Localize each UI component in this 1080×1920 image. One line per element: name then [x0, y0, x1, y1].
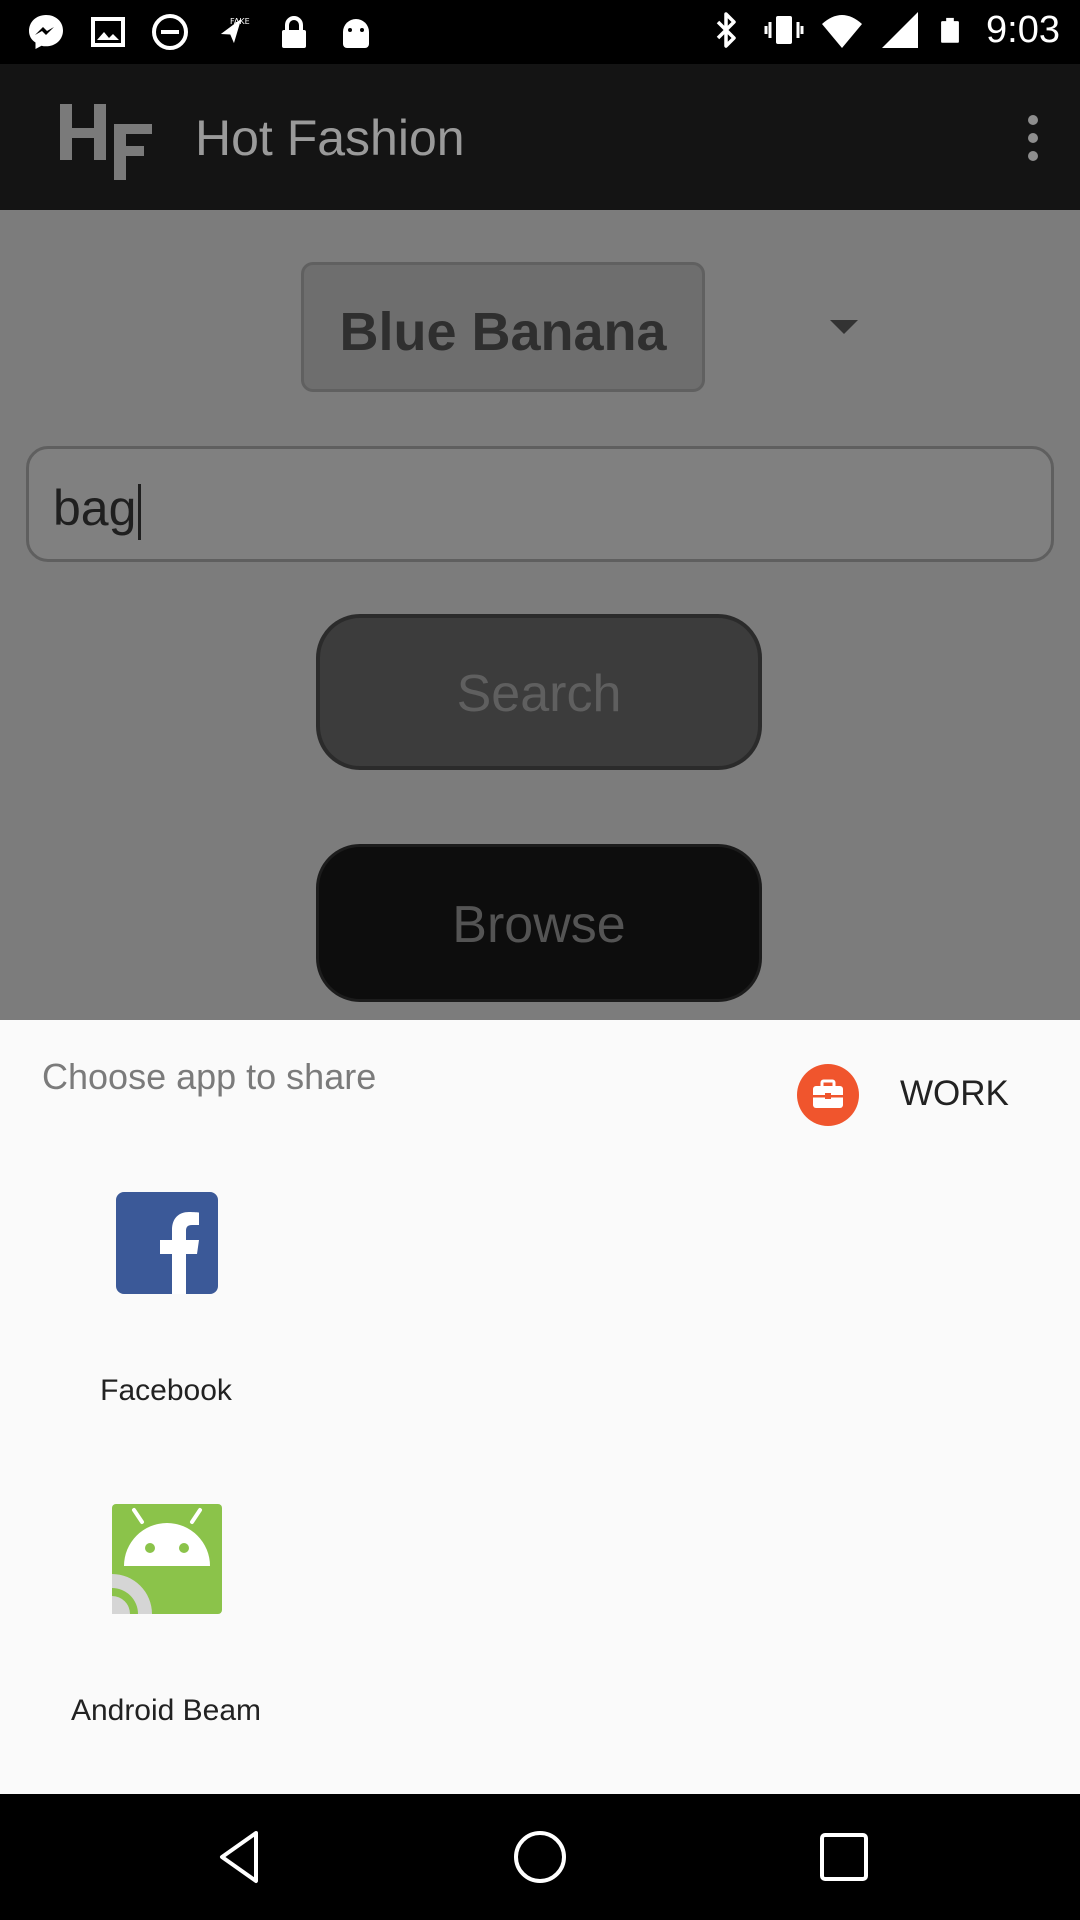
do-not-disturb-icon	[152, 14, 188, 50]
share-sheet-title: Choose app to share	[42, 1056, 377, 1097]
recents-icon[interactable]	[814, 1827, 874, 1887]
app-logo-icon	[60, 104, 152, 180]
vibrate-icon	[764, 16, 804, 44]
browse-button-label: Browse	[452, 896, 626, 954]
search-input-value: bag	[53, 479, 142, 540]
briefcase-glyph	[813, 1079, 843, 1108]
screen: FAKE 9:03 Hot Fashion Blue Banana bag Se…	[0, 0, 1080, 1920]
app-title: Hot Fashion	[195, 110, 465, 166]
search-button[interactable]: Search	[316, 614, 762, 770]
search-input-text: bag	[53, 480, 137, 536]
home-icon[interactable]	[510, 1827, 570, 1887]
status-icons-right: 9:03	[704, 8, 1060, 52]
share-target-label: Facebook	[100, 1374, 232, 1407]
share-target-android-beam[interactable]: Android Beam	[56, 1504, 276, 1744]
share-sheet: Choose app to share WORK Facebook Androi…	[0, 1020, 1080, 1794]
search-button-label: Search	[456, 665, 622, 723]
status-bar: FAKE 9:03	[0, 0, 1080, 64]
battery-icon	[941, 17, 959, 43]
lock-icon	[282, 16, 306, 48]
status-icons-left: FAKE	[24, 10, 378, 54]
status-time: 9:03	[986, 8, 1060, 51]
back-icon[interactable]	[210, 1827, 270, 1887]
android-beam-icon	[112, 1504, 222, 1614]
dropdown-arrow-icon[interactable]	[830, 320, 858, 334]
share-target-label: Android Beam	[70, 1694, 262, 1727]
overflow-menu-icon[interactable]	[1008, 108, 1058, 168]
app-bar: Hot Fashion	[0, 64, 1080, 210]
main-content: Blue Banana bag Search Browse	[0, 210, 1080, 1020]
text-cursor	[138, 483, 142, 540]
browse-button[interactable]: Browse	[316, 844, 762, 1002]
share-target-facebook[interactable]: Facebook	[56, 1188, 276, 1428]
work-profile-tab[interactable]: WORK	[900, 1074, 1009, 1114]
bluetooth-icon	[716, 12, 736, 48]
facebook-icon	[116, 1192, 218, 1294]
wifi-icon	[822, 15, 863, 48]
gps-off-icon: FAKE	[220, 17, 250, 44]
android-icon	[343, 19, 369, 48]
store-dropdown-value: Blue Banana	[339, 302, 667, 362]
image-icon	[91, 17, 125, 47]
store-dropdown[interactable]: Blue Banana	[301, 262, 705, 392]
svg-text:FAKE: FAKE	[230, 17, 250, 26]
overflow-dot	[1028, 133, 1038, 143]
fb-messenger-icon	[29, 15, 63, 49]
navigation-bar	[0, 1794, 1080, 1920]
signal-icon	[882, 12, 919, 48]
overflow-dot	[1028, 115, 1038, 125]
search-input[interactable]: bag	[26, 446, 1054, 562]
overflow-dot	[1028, 151, 1038, 161]
briefcase-icon[interactable]	[797, 1064, 859, 1126]
